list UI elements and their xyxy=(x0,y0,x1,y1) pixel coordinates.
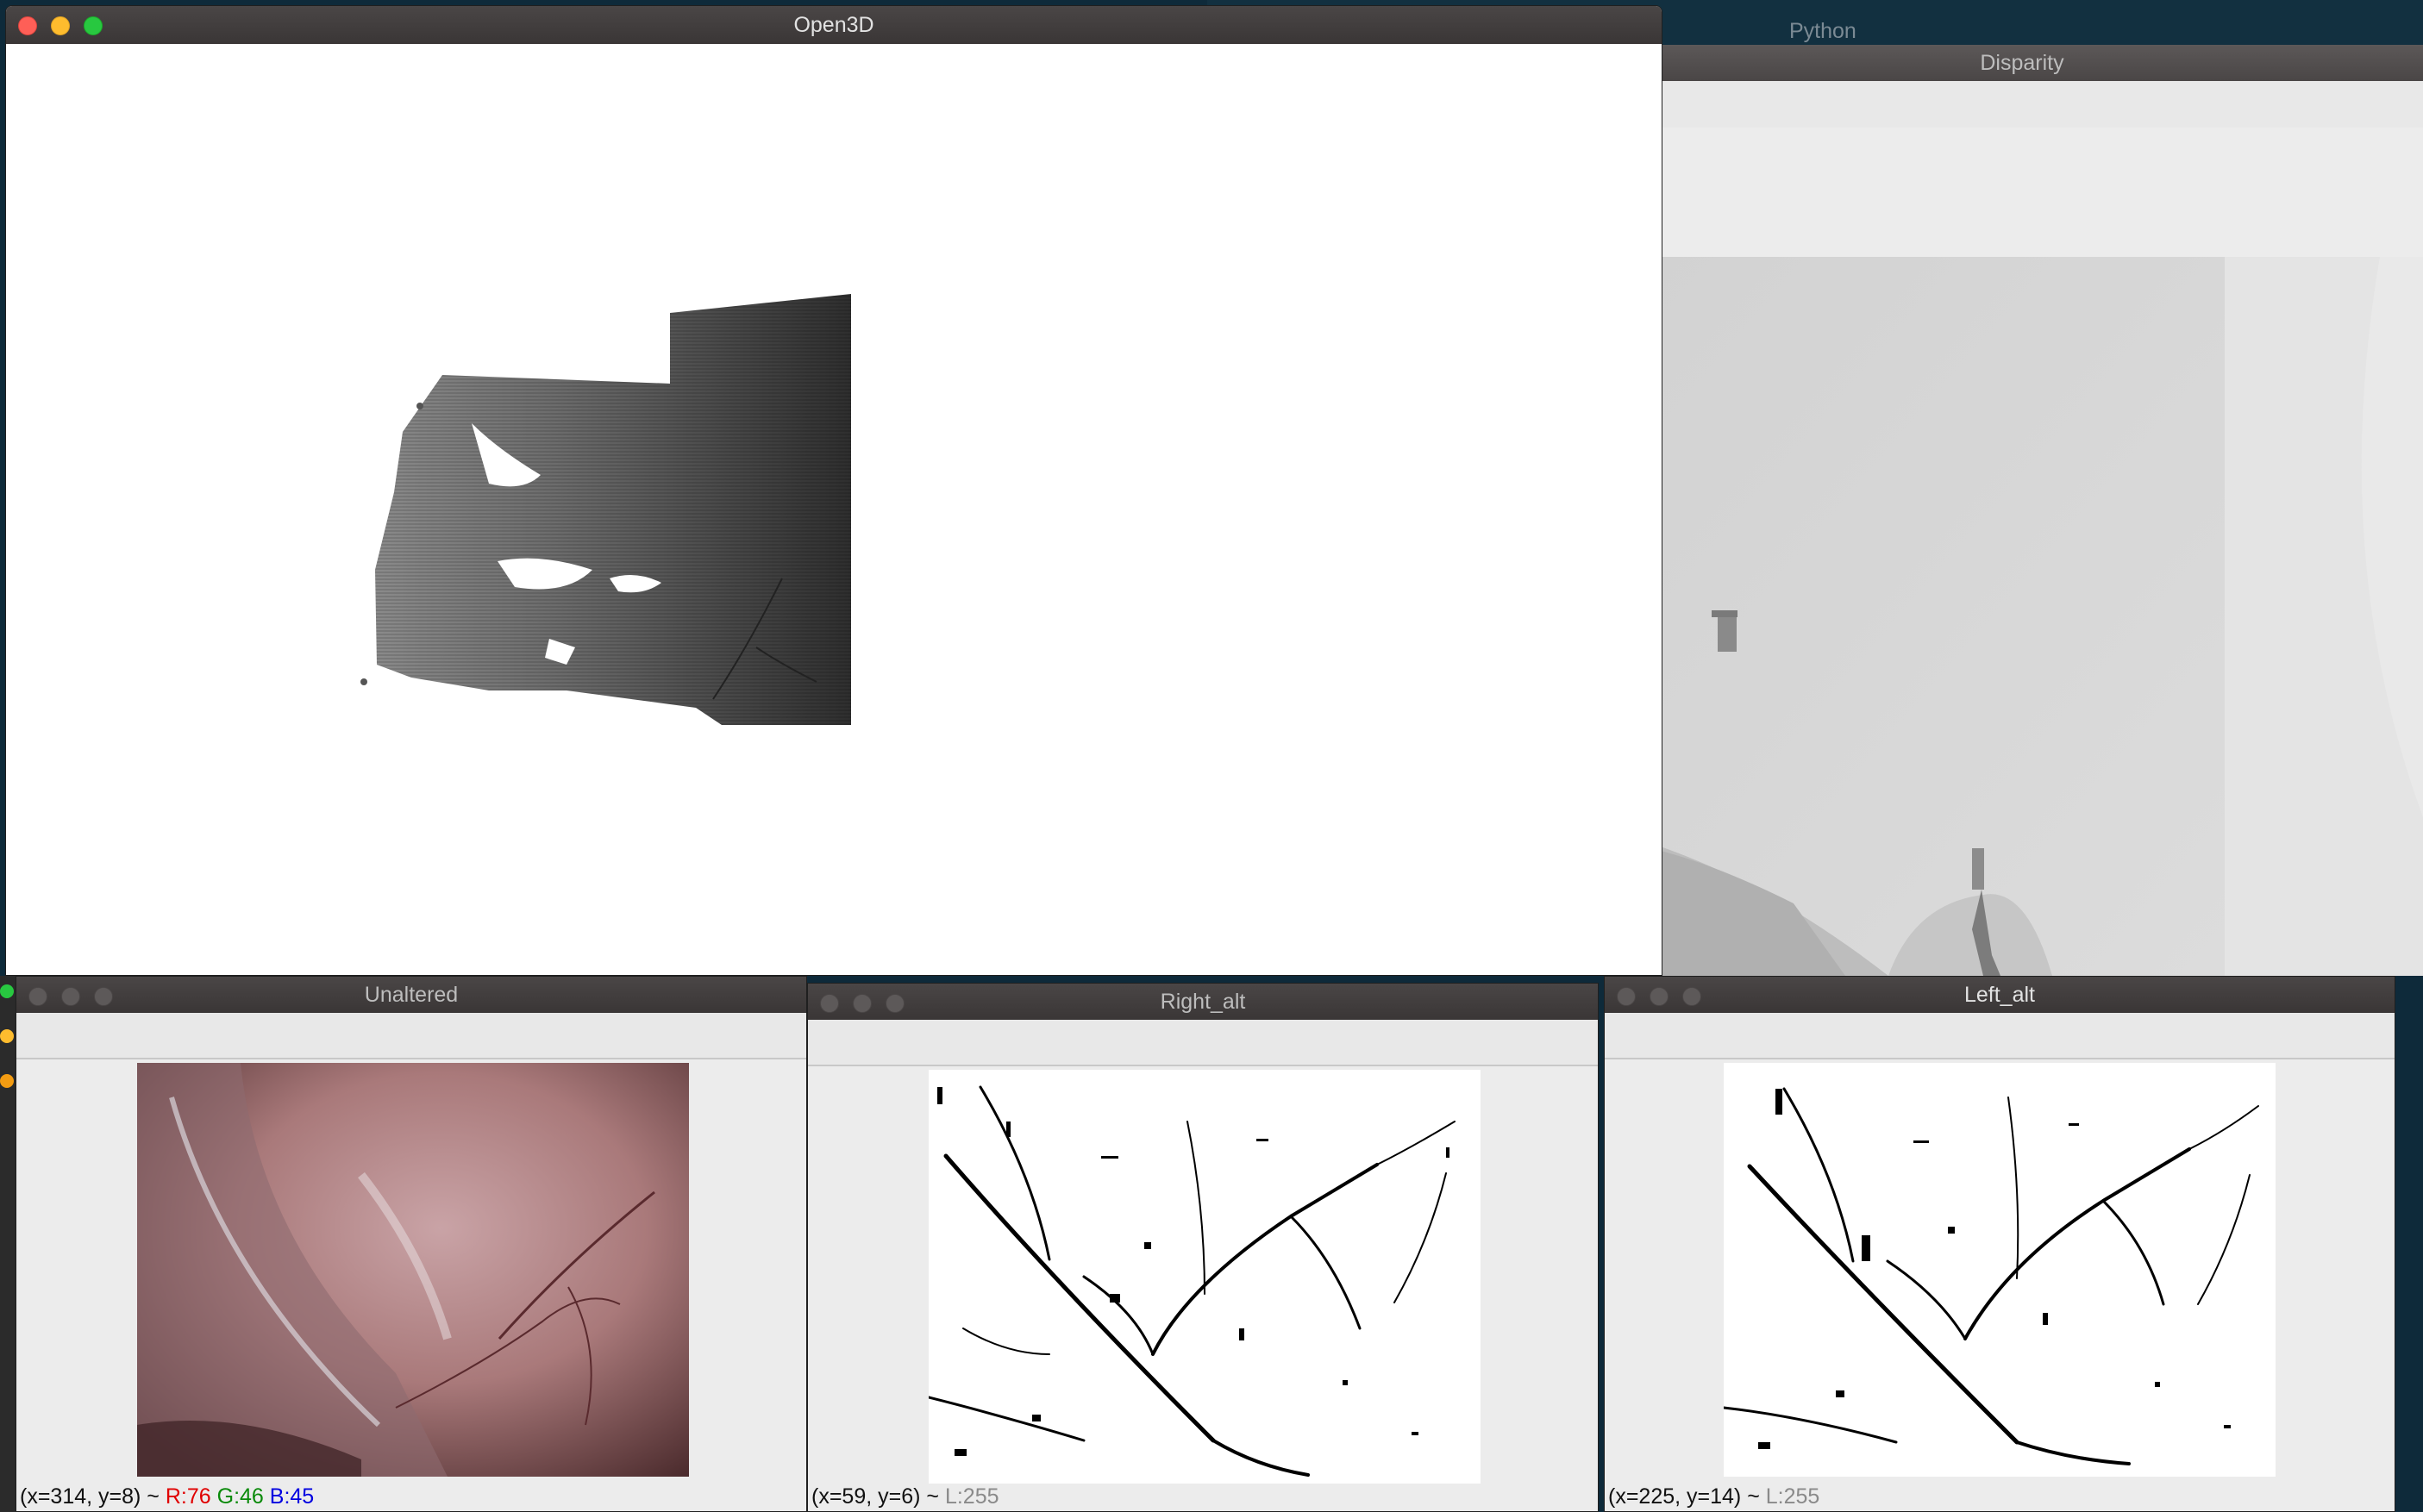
disparity-toolbar xyxy=(1621,81,2423,129)
zoom-button[interactable] xyxy=(94,987,113,1006)
right-alt-title: Right_alt xyxy=(1160,990,1246,1014)
blue-value: B:45 xyxy=(269,1484,315,1509)
right-alt-toolbar xyxy=(808,1020,1598,1066)
close-button[interactable] xyxy=(1617,987,1636,1006)
close-button[interactable] xyxy=(18,16,37,35)
left-alt-status-bar: (x=225, y=14) ~ L:255 xyxy=(1608,1484,1819,1509)
minimize-button[interactable] xyxy=(61,987,80,1006)
left-alt-toolbar xyxy=(1605,1013,2395,1059)
left-alt-traffic-lights xyxy=(1617,987,1701,1006)
edge-dot-green xyxy=(0,984,14,998)
zoom-button[interactable] xyxy=(1682,987,1701,1006)
unaltered-titlebar[interactable]: Unaltered xyxy=(16,977,806,1014)
pixel-coords: (x=59, y=6) ~ xyxy=(811,1484,939,1509)
python-window-title: Python xyxy=(1789,19,1856,43)
open3d-window[interactable]: Open3D xyxy=(5,5,1662,976)
left-alt-window[interactable]: Left_alt (x=225, y=14) ~ L:255 xyxy=(1604,976,2395,1512)
disparity-title: Disparity xyxy=(1980,51,2064,75)
zoom-button[interactable] xyxy=(886,994,905,1013)
luminance-value: L:255 xyxy=(944,1484,999,1509)
edge-dot-orange xyxy=(0,1074,14,1088)
screen-left-edge xyxy=(0,976,16,1512)
right-alt-window[interactable]: Right_alt (x=59, y=6) ~ L:255 xyxy=(807,983,1599,1512)
unaltered-title: Unaltered xyxy=(364,983,459,1007)
disparity-canvas xyxy=(1621,128,2423,976)
disparity-map-image xyxy=(1621,128,2423,976)
point-cloud-render xyxy=(360,294,851,725)
pixel-coords: (x=225, y=14) ~ xyxy=(1608,1484,1760,1509)
minimize-button[interactable] xyxy=(853,994,872,1013)
left-threshold-image xyxy=(1724,1063,2276,1477)
endoscope-image xyxy=(137,1063,689,1477)
red-value: R:76 xyxy=(165,1484,211,1509)
luminance-value: L:255 xyxy=(1765,1484,1820,1509)
unaltered-traffic-lights xyxy=(28,987,113,1006)
open3d-title: Open3D xyxy=(793,13,874,37)
right-alt-titlebar[interactable]: Right_alt xyxy=(808,984,1598,1021)
green-value: G:46 xyxy=(216,1484,264,1509)
left-alt-titlebar[interactable]: Left_alt xyxy=(1605,977,2395,1014)
minimize-button[interactable] xyxy=(51,16,70,35)
left-alt-title: Left_alt xyxy=(1963,983,2035,1007)
minimize-button[interactable] xyxy=(1650,987,1669,1006)
open3d-viewport[interactable] xyxy=(6,44,1662,975)
unaltered-window[interactable]: Unaltered (x=314, y=8) ~ R:76 G:46 B:45 xyxy=(16,976,807,1512)
close-button[interactable] xyxy=(820,994,839,1013)
right-alt-traffic-lights xyxy=(820,994,905,1013)
disparity-window[interactable]: Disparity xyxy=(1621,45,2423,976)
open3d-titlebar[interactable]: Open3D xyxy=(6,6,1662,45)
close-button[interactable] xyxy=(28,987,47,1006)
disparity-titlebar[interactable]: Disparity xyxy=(1621,45,2423,82)
open3d-traffic-lights xyxy=(18,16,103,35)
right-threshold-image xyxy=(929,1070,1481,1484)
edge-dot-yellow xyxy=(0,1029,14,1043)
unaltered-status-bar: (x=314, y=8) ~ R:76 G:46 B:45 xyxy=(20,1484,314,1509)
pixel-coords: (x=314, y=8) ~ xyxy=(20,1484,160,1509)
right-alt-status-bar: (x=59, y=6) ~ L:255 xyxy=(811,1484,999,1509)
unaltered-toolbar xyxy=(16,1013,806,1059)
zoom-button[interactable] xyxy=(84,16,103,35)
